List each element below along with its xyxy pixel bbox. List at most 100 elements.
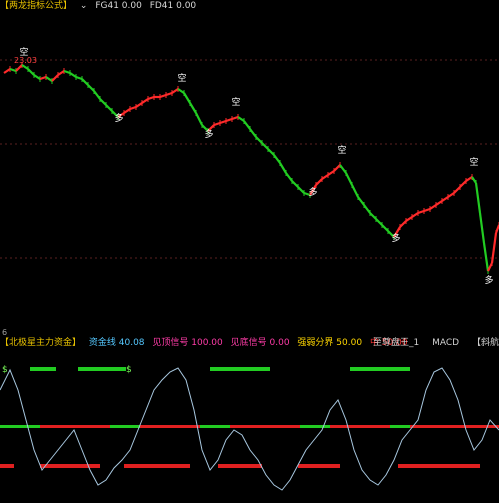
- price-segment: [219, 119, 227, 125]
- price-segment: [249, 128, 257, 138]
- price-segment: [279, 162, 287, 174]
- price-segment: [255, 136, 263, 144]
- top-signal-value: 见顶信号 100.00: [152, 338, 223, 348]
- fg41-value: FG41 0.00: [95, 1, 142, 11]
- price-segment: [411, 212, 419, 218]
- price-segment: [147, 95, 155, 101]
- price-segment: [363, 204, 371, 214]
- price-segment: [81, 78, 89, 86]
- bottom-signal-value: 见底信号 0.00: [230, 338, 290, 348]
- price-segment: [482, 242, 490, 272]
- price-segment: [75, 75, 83, 81]
- price-segment: [357, 196, 365, 206]
- price-segment: [333, 164, 341, 172]
- bottom-signal-band: [298, 464, 340, 468]
- price-segment: [195, 112, 203, 126]
- tab-king[interactable]: 至尊盘王_1: [373, 338, 419, 348]
- sell-marker: 空: [231, 96, 240, 108]
- price-segment: [93, 90, 101, 100]
- price-segment: [9, 67, 17, 73]
- price-segment: [45, 76, 53, 82]
- price-chart[interactable]: 空空空空空多多多多多23.036: [0, 13, 499, 337]
- midline-segment: [0, 425, 40, 428]
- price-segment: [99, 98, 107, 106]
- price-segment: [471, 176, 477, 184]
- price-segment: [447, 192, 455, 198]
- price-segment: [159, 93, 167, 99]
- price-segment: [21, 64, 29, 70]
- price-segment: [69, 72, 77, 78]
- price-segment: [441, 196, 449, 202]
- price-segment: [345, 172, 353, 186]
- fund-line: [0, 367, 499, 491]
- price-segment: [189, 102, 197, 114]
- buy-marker: 多: [204, 128, 213, 140]
- top-signal-band: [78, 367, 126, 371]
- price-segment: [351, 184, 359, 198]
- buy-marker: 多: [484, 274, 493, 286]
- fd41-value: FD41 0.00: [149, 1, 197, 11]
- price-segment: [27, 68, 35, 76]
- price-segment: [33, 74, 41, 80]
- buy-marker: 多: [114, 112, 123, 124]
- divider-value: 强弱分界 50.00: [297, 338, 363, 348]
- high-price-label: 23.03: [14, 56, 37, 65]
- fund-flow-chart[interactable]: $ $: [0, 350, 499, 503]
- price-segment: [165, 91, 173, 97]
- price-segment: [435, 200, 443, 206]
- price-segment: [327, 170, 335, 176]
- price-segment: [135, 102, 143, 108]
- sell-marker: 空: [177, 72, 186, 84]
- price-segment: [381, 224, 389, 232]
- price-segment: [429, 204, 437, 210]
- price-segment: [51, 74, 59, 82]
- price-segment: [231, 115, 239, 121]
- price-segment: [273, 154, 281, 164]
- subchart-title[interactable]: 【北极星主力资金】: [0, 337, 81, 350]
- price-segment: [478, 212, 486, 244]
- price-segment: [459, 180, 467, 188]
- bottom-signal-band: [124, 464, 190, 468]
- price-segment: [375, 218, 383, 226]
- indicator-tabs: 至尊盘王_1 MACD 【斜航: [363, 337, 499, 350]
- price-segment: [339, 164, 347, 174]
- price-segment: [129, 105, 137, 111]
- price-segment: [321, 174, 329, 180]
- price-segment: [177, 88, 185, 94]
- price-segment: [57, 70, 65, 76]
- price-segment: [453, 186, 461, 194]
- top-signal-band: [210, 367, 270, 371]
- midline-segment: [140, 425, 200, 428]
- price-segment: [291, 180, 299, 188]
- price-segment: [399, 220, 407, 228]
- bottom-signal-band: [0, 464, 14, 468]
- price-segment: [267, 148, 275, 156]
- indicator-title[interactable]: 【两龙指标公式】: [0, 0, 72, 13]
- sell-marker: 空: [337, 144, 346, 156]
- top-signal-band: [350, 367, 410, 371]
- indicator-header: 【两龙指标公式】 ⌄ FG41 0.00 FD41 0.00: [0, 0, 499, 13]
- midline-segment: [110, 425, 140, 428]
- sell-marker: 空: [469, 156, 478, 168]
- price-segment: [15, 64, 23, 72]
- chevron-down-icon[interactable]: ⌄: [80, 0, 88, 13]
- dollar-marker: $: [126, 365, 132, 375]
- top-signal-band: [30, 367, 56, 371]
- price-segment: [315, 178, 323, 186]
- price-segment: [297, 186, 305, 194]
- fund-line-value: 资金线 40.08: [88, 338, 145, 348]
- price-segment: [171, 88, 179, 94]
- low-price-label: 6: [2, 328, 7, 337]
- price-segment: [123, 108, 131, 114]
- buy-marker: 多: [391, 232, 400, 244]
- dollar-marker: $: [2, 365, 8, 375]
- price-segment: [285, 172, 293, 182]
- buy-marker: 多: [308, 186, 317, 198]
- tab-macd[interactable]: MACD: [432, 338, 459, 348]
- tab-more[interactable]: 【斜航: [472, 338, 499, 348]
- midline-segment: [40, 425, 110, 428]
- price-segment: [3, 68, 11, 74]
- bottom-signal-band: [218, 464, 262, 468]
- bottom-signal-band: [398, 464, 480, 468]
- price-segment: [417, 209, 425, 215]
